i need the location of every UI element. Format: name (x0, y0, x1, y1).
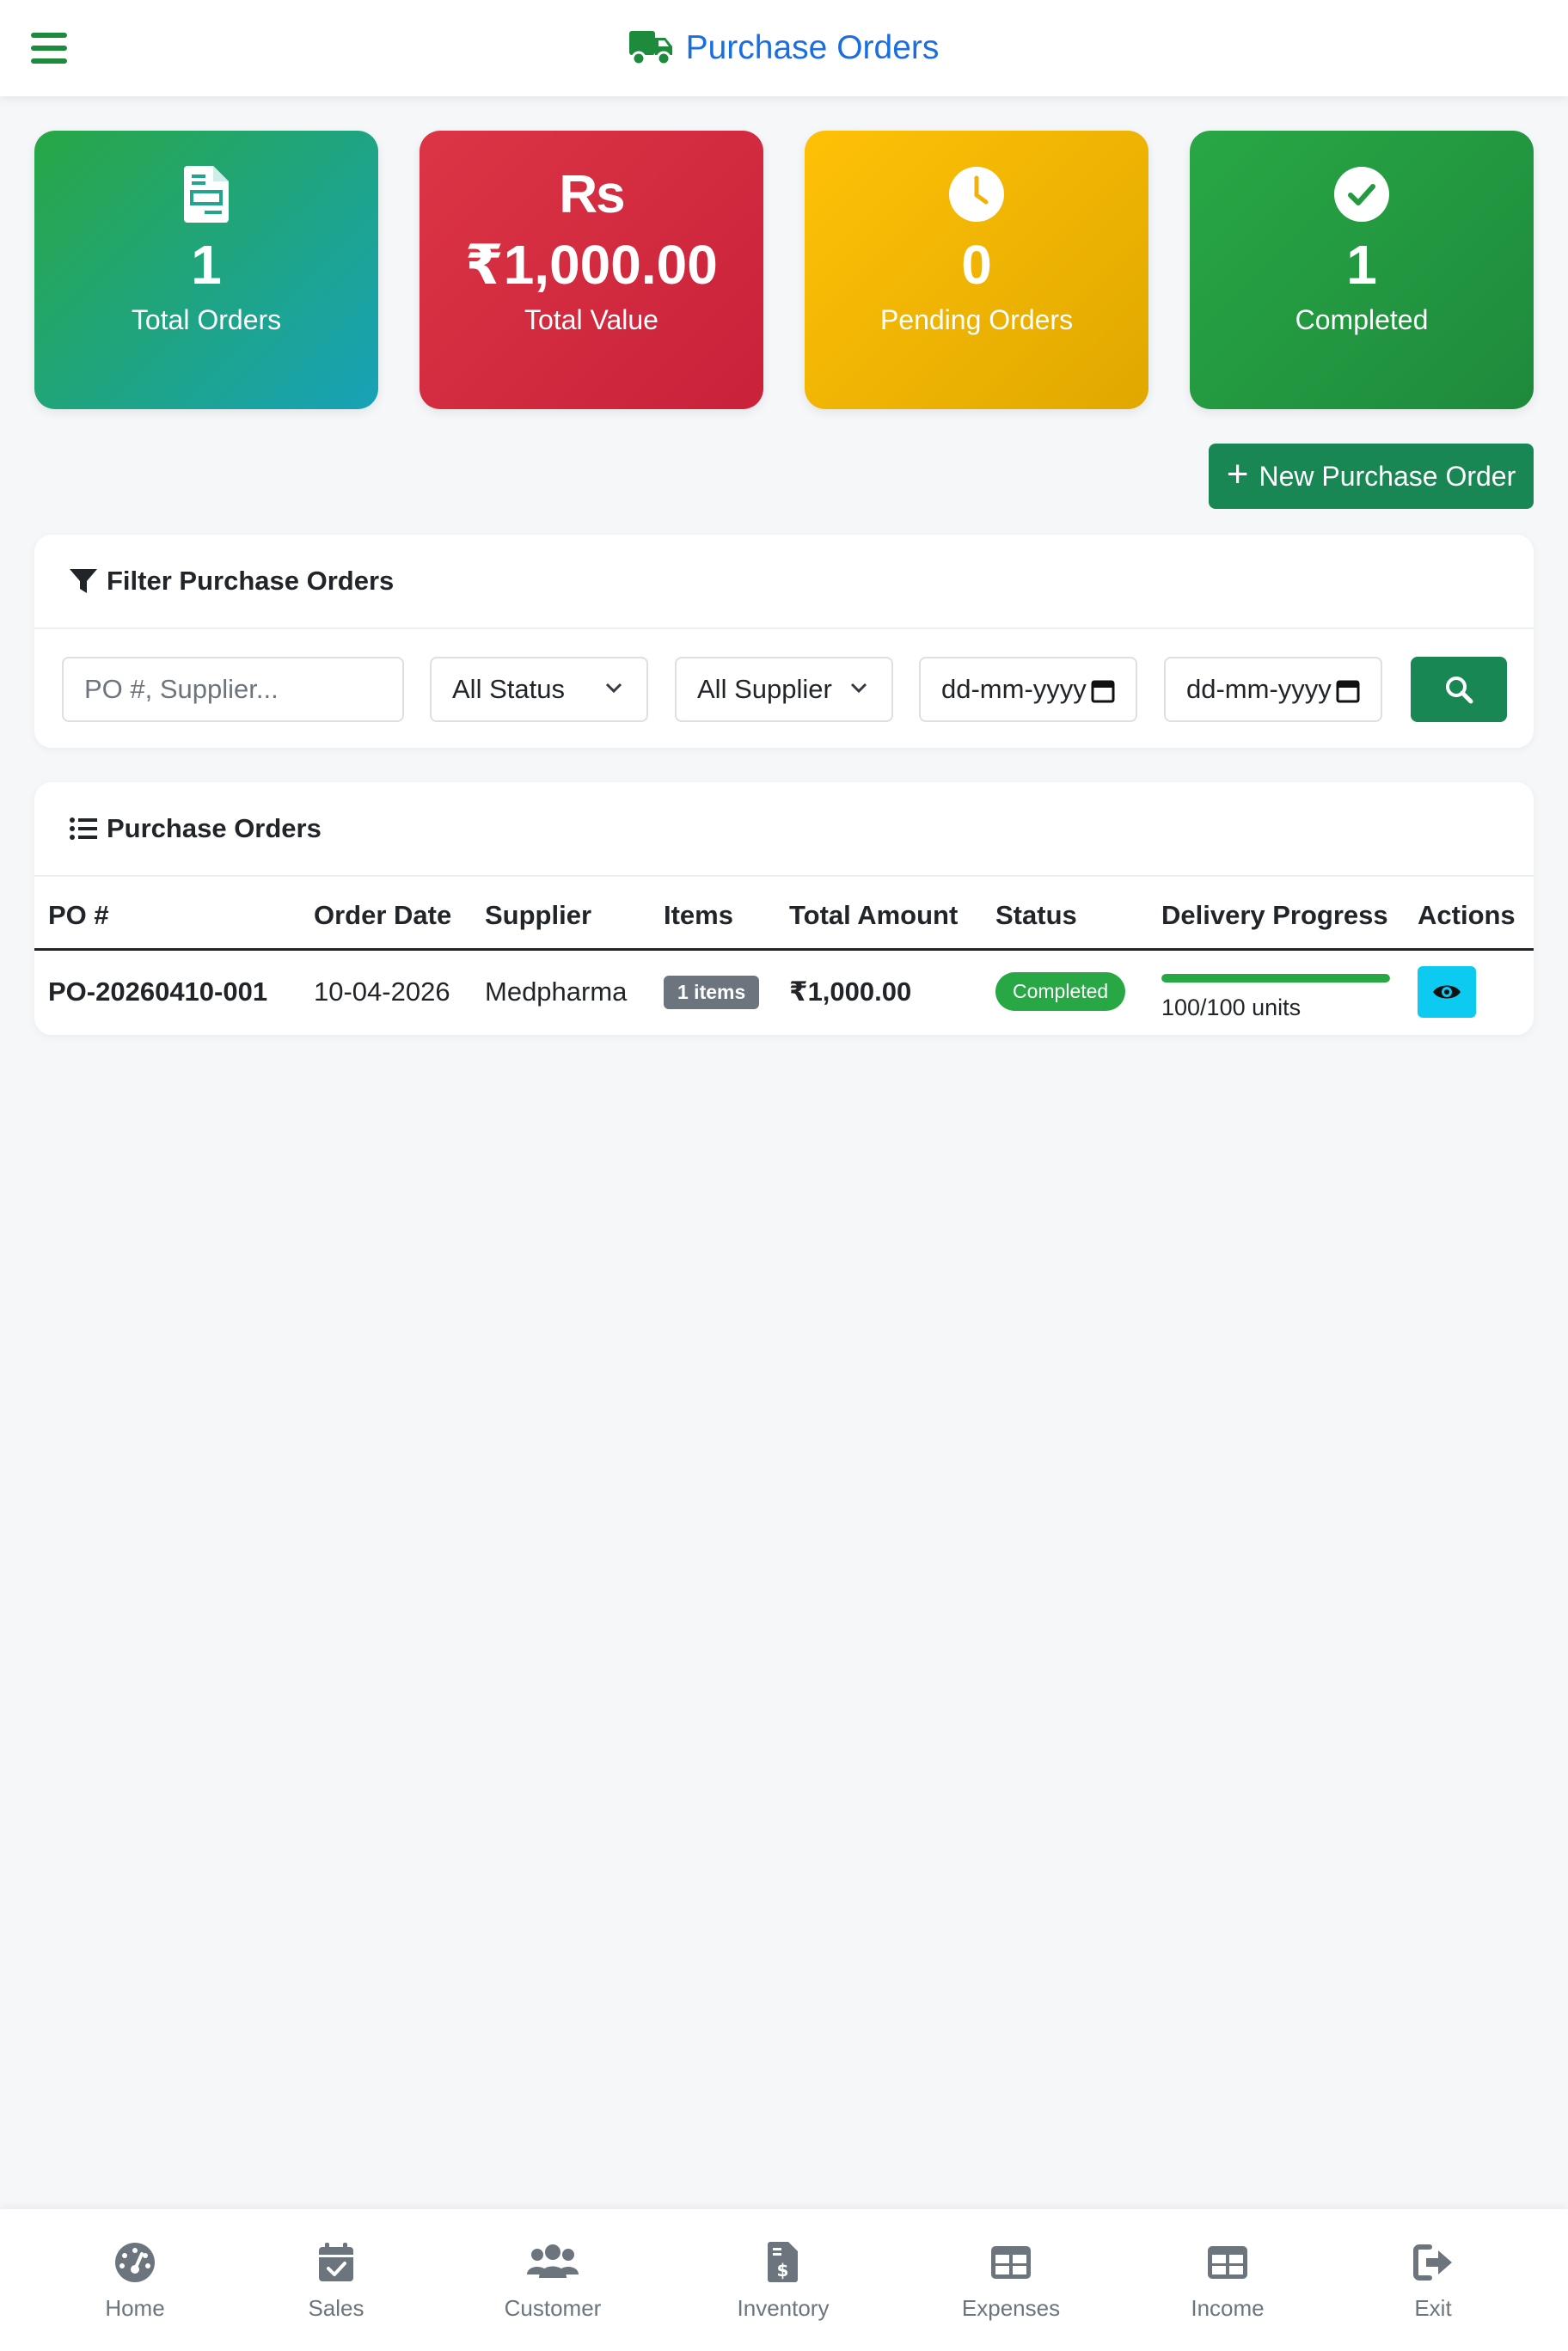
supplier-name: Medpharma (485, 976, 628, 1007)
filter-panel: Filter Purchase Orders PO #, Supplier...… (34, 535, 1534, 748)
table-icon (1208, 2246, 1247, 2279)
top-bar: Purchase Orders (0, 0, 1568, 96)
column-header: Order Date (314, 877, 485, 951)
search-icon (1446, 677, 1473, 704)
sign-out-icon (1413, 2244, 1452, 2281)
supplier-select-value: All Supplier (697, 674, 832, 704)
stat-value: ₹1,000.00 (465, 234, 718, 296)
stat-card-pending-orders: 0 Pending Orders (805, 131, 1148, 409)
items-badge: 1 items (664, 975, 760, 1009)
search-button[interactable] (1411, 657, 1507, 722)
list-icon (70, 817, 97, 840)
table-row: PO-20260410-001 10-04-2026 Medpharma 1 i… (34, 949, 1534, 1033)
users-icon (527, 2244, 579, 2278)
date-to-field[interactable]: dd-mm-yyyy (1164, 657, 1382, 722)
svg-text:$: $ (777, 2260, 789, 2281)
stat-label: Completed (1295, 304, 1429, 335)
actions-cell (1418, 949, 1534, 1033)
column-header: Actions (1418, 877, 1534, 951)
calendar-check-icon (319, 2243, 353, 2281)
table-icon (991, 2246, 1031, 2279)
stat-value: 1 (1346, 234, 1377, 296)
stat-label: Pending Orders (879, 304, 1074, 335)
filter-icon (70, 569, 97, 593)
stat-value: 0 (961, 234, 992, 296)
status-badge: Completed (995, 972, 1126, 1012)
search-input[interactable]: PO #, Supplier... (62, 657, 404, 722)
stat-label: Total Orders (131, 304, 282, 335)
page-title: Purchase Orders (685, 29, 940, 66)
nav-item-expenses[interactable]: Expenses (925, 2240, 1097, 2322)
nav-label: Home (105, 2295, 165, 2321)
plus-icon: + (1226, 453, 1249, 495)
date-from-placeholder: dd-mm-yyyy (941, 674, 1087, 704)
stat-label: Total Value (524, 304, 658, 335)
eye-icon (1433, 985, 1461, 999)
column-header: Total Amount (789, 877, 995, 951)
nav-item-inventory[interactable]: $ Inventory (697, 2240, 869, 2322)
search-placeholder: PO #, Supplier... (84, 674, 279, 704)
supplier-select[interactable]: All Supplier (675, 657, 893, 722)
check-circle-icon (1333, 163, 1390, 225)
bottom-nav: Home Sales Customer $ Inventory Expenses… (0, 2209, 1568, 2351)
nav-label: Sales (308, 2295, 364, 2321)
orders-panel: Purchase Orders PO # Order Date Supplier… (34, 782, 1534, 1035)
column-header: Supplier (485, 877, 664, 951)
nav-item-customer[interactable]: Customer (467, 2240, 639, 2322)
nav-label: Inventory (737, 2295, 830, 2321)
stat-card-completed: 1 Completed (1190, 131, 1534, 409)
date-from-field[interactable]: dd-mm-yyyy (919, 657, 1137, 722)
status-select-value: All Status (452, 674, 565, 704)
file-invoice-icon (184, 163, 229, 225)
column-header: Items (664, 877, 789, 951)
total-amount: ₹1,000.00 (789, 976, 912, 1007)
page-title-group: Purchase Orders (628, 29, 940, 67)
clock-icon (948, 163, 1005, 225)
orders-table: PO # Order Date Supplier Items Total Amo… (34, 877, 1534, 1033)
calendar-icon[interactable] (1091, 677, 1115, 703)
nav-label: Expenses (961, 2295, 1061, 2321)
nav-label: Income (1191, 2295, 1265, 2321)
items-cell: 1 items (664, 949, 789, 1033)
column-header: Delivery Progress (1161, 877, 1418, 951)
progress-bar (1161, 974, 1390, 983)
nav-label: Exit (1414, 2295, 1452, 2321)
column-header: Status (995, 877, 1161, 951)
chevron-down-icon (605, 683, 622, 694)
column-header: PO # (34, 877, 314, 951)
view-button[interactable] (1418, 965, 1476, 1018)
nav-item-sales[interactable]: Sales (250, 2240, 422, 2322)
orders-panel-header: Purchase Orders (34, 782, 1534, 877)
nav-item-home[interactable]: Home (49, 2240, 221, 2322)
new-purchase-order-label: New Purchase Order (1259, 460, 1516, 492)
new-purchase-order-button[interactable]: + New Purchase Order (1209, 444, 1534, 509)
chevron-down-icon (848, 677, 869, 698)
nav-item-income[interactable]: Income (1142, 2240, 1314, 2322)
status-cell: Completed (995, 949, 1161, 1033)
stat-card-total-value: Rs ₹1,000.00 Total Value (420, 131, 763, 409)
stat-value: 1 (191, 234, 222, 296)
progress-fill (1161, 974, 1390, 983)
filter-panel-title: Filter Purchase Orders (107, 566, 395, 596)
date-to-placeholder: dd-mm-yyyy (1186, 674, 1332, 704)
orders-panel-title: Purchase Orders (107, 813, 322, 843)
truck-icon (628, 31, 672, 66)
calendar-icon[interactable] (1336, 677, 1360, 703)
hamburger-icon[interactable] (31, 33, 67, 64)
delivery-progress-cell: 100/100 units (1161, 949, 1418, 1033)
progress-text: 100/100 units (1161, 995, 1302, 1021)
filter-panel-header: Filter Purchase Orders (34, 535, 1534, 629)
order-date: 10-04-2026 (314, 976, 450, 1007)
stat-card-total-orders: 1 Total Orders (34, 131, 378, 409)
dashboard-gauge-icon (115, 2243, 155, 2282)
table-header-row: PO # Order Date Supplier Items Total Amo… (34, 877, 1534, 951)
rupee-icon: Rs (559, 164, 625, 224)
po-number: PO-20260410-001 (48, 976, 268, 1007)
invoice-dollar-icon: $ (768, 2242, 798, 2282)
nav-label: Customer (504, 2295, 602, 2321)
status-select[interactable]: All Status (430, 657, 648, 722)
nav-item-exit[interactable]: Exit (1347, 2240, 1519, 2322)
